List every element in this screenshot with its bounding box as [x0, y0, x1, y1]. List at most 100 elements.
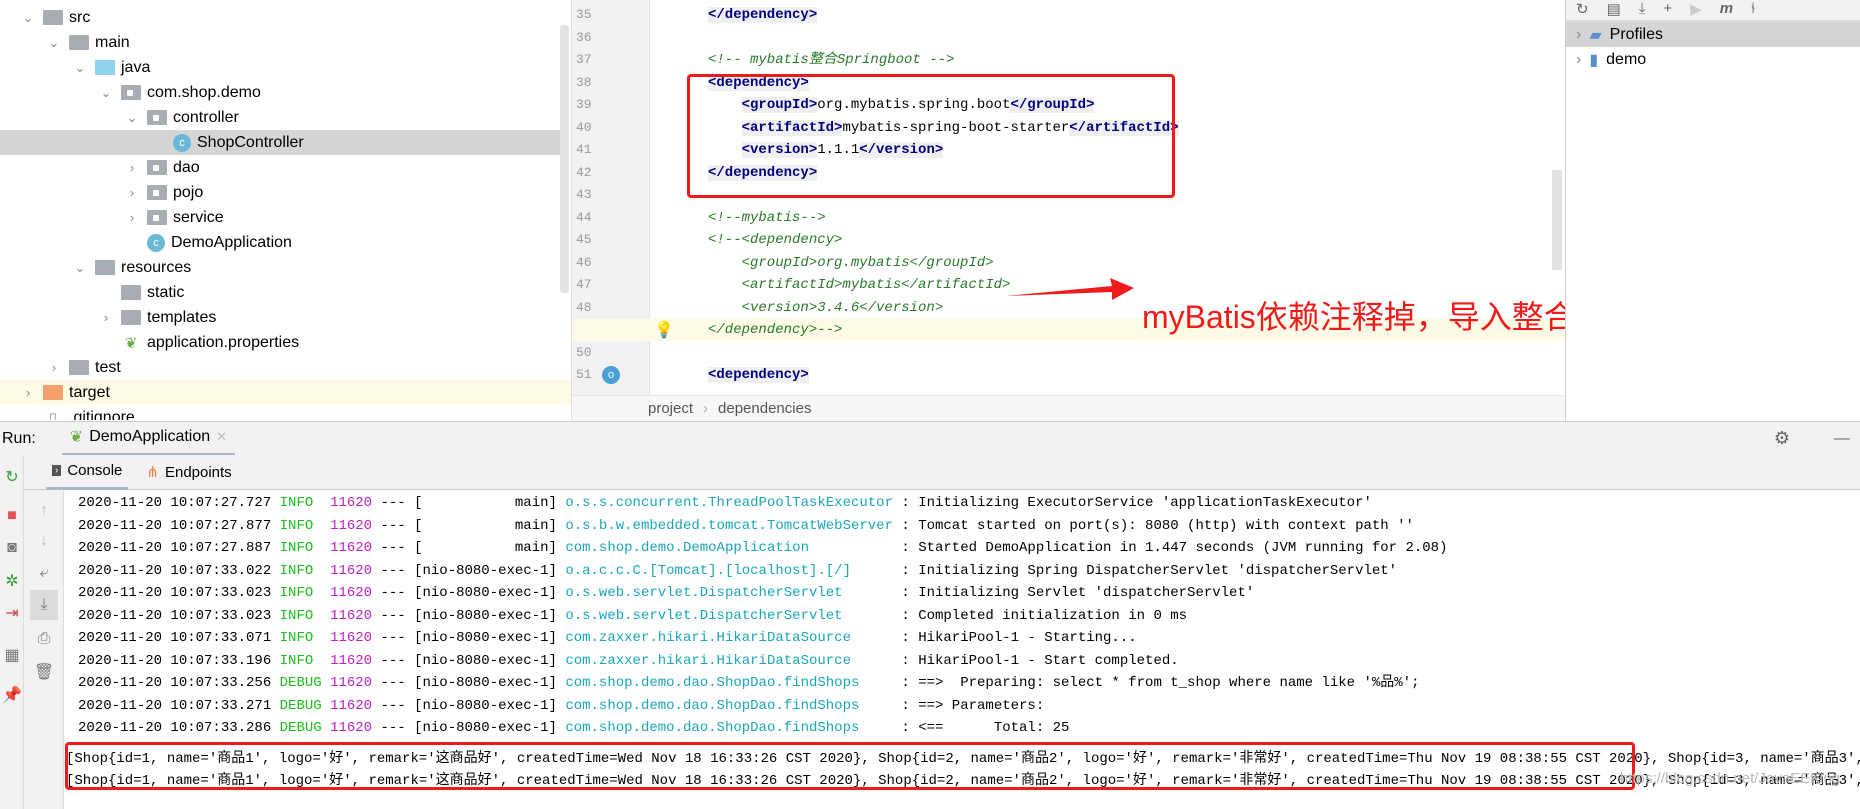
gear-icon[interactable]: ⚙: [1774, 428, 1790, 449]
chevron-down-icon[interactable]: ⌄: [47, 35, 61, 51]
lightbulb-icon[interactable]: 💡: [654, 320, 674, 340]
tree-item[interactable]: ⌄ main: [0, 30, 560, 55]
code-line[interactable]: <!--<dependency>: [650, 229, 1565, 251]
tree-item[interactable]: ⌄ resources: [0, 255, 560, 280]
chevron-right-icon[interactable]: ›: [99, 310, 113, 325]
chevron-right-icon[interactable]: ›: [47, 360, 61, 375]
chevron-down-icon[interactable]: ⌄: [125, 110, 139, 126]
breadcrumb-project[interactable]: project: [648, 400, 693, 417]
package-icon: [147, 160, 167, 175]
rerun-icon[interactable]: ↻: [0, 467, 24, 487]
code-line[interactable]: [650, 342, 1565, 364]
tab-console[interactable]: › Console: [46, 455, 129, 490]
spring-properties-icon: ❦: [124, 334, 138, 352]
xml-comment: <!--<dependency>: [708, 232, 843, 248]
tree-item-label: .gitignore: [69, 408, 135, 421]
code-line[interactable]: <!--mybatis-->: [650, 207, 1565, 229]
chevron-right-icon[interactable]: ›: [125, 160, 139, 175]
pin-icon[interactable]: 📌: [0, 685, 24, 705]
tree-item[interactable]: › service: [0, 205, 560, 230]
chevron-down-icon[interactable]: ⌄: [99, 85, 113, 101]
chevron-right-icon[interactable]: ›: [1576, 26, 1581, 44]
code-line[interactable]: <groupId>org.mybatis</groupId>: [650, 252, 1565, 274]
add-icon[interactable]: +: [1663, 0, 1672, 20]
maven-goal-icon[interactable]: m: [1720, 0, 1733, 20]
watermark: https://blog.csdn.net/JavaEEKing: [1620, 770, 1841, 787]
line-number: 51: [576, 367, 592, 382]
tree-item[interactable]: static: [0, 280, 560, 305]
highlight-box: [687, 74, 1175, 198]
download-icon[interactable]: ⤓: [1639, 0, 1646, 20]
log-level: INFO: [279, 585, 322, 601]
breadcrumb-dependencies[interactable]: dependencies: [718, 400, 811, 417]
tree-item[interactable]: › templates: [0, 305, 560, 330]
up-arrow-icon[interactable]: ↑: [32, 502, 56, 520]
chevron-right-icon[interactable]: ›: [21, 385, 35, 400]
annotation-text: myBatis依赖注释掉，导入整合包: [1142, 299, 1608, 335]
tree-item[interactable]: ❦ application.properties: [0, 330, 560, 355]
tree-scrollbar[interactable]: [560, 25, 569, 293]
log-pid: 11620: [330, 517, 373, 534]
tree-item-label: DemoApplication: [171, 233, 292, 251]
maven-item[interactable]: › ▮ demo: [1566, 47, 1860, 72]
package-icon: [147, 210, 167, 225]
exit-icon[interactable]: ⇥: [0, 603, 24, 623]
override-icon[interactable]: o: [602, 366, 620, 384]
tree-item-label: java: [121, 58, 151, 76]
log-timestamp: 2020-11-20 10:07:33.023: [78, 585, 272, 601]
tree-item[interactable]: ⌄ com.shop.demo: [0, 80, 560, 105]
log-message: HikariPool-1 - Starting...: [918, 630, 1137, 646]
log-timestamp: 2020-11-20 10:07:27.887: [78, 540, 272, 556]
scroll-to-end-icon[interactable]: ⤓: [30, 590, 58, 620]
chevron-right-icon[interactable]: ›: [125, 210, 139, 225]
chevron-down-icon[interactable]: ⌄: [73, 60, 87, 76]
log-thread: [ main]: [414, 495, 557, 511]
run-tab-demoapplication[interactable]: ❦ DemoApplication ✕: [61, 422, 236, 456]
down-arrow-icon[interactable]: ↓: [32, 532, 56, 550]
log-line: 2020-11-20 10:07:33.071 INFO 11620 --- […: [78, 630, 1137, 646]
chevron-right-icon[interactable]: ›: [1576, 51, 1581, 69]
tree-item[interactable]: › test: [0, 355, 560, 380]
tree-item[interactable]: ▯ .gitignore: [0, 405, 560, 421]
tree-item[interactable]: ⌄ controller: [0, 105, 560, 130]
close-icon[interactable]: ✕: [216, 429, 227, 445]
minimize-icon[interactable]: —: [1834, 430, 1850, 448]
soft-wrap-icon[interactable]: ⤶: [32, 564, 56, 582]
trash-icon[interactable]: 🗑: [32, 662, 56, 682]
file-icon: ▯: [48, 409, 58, 421]
chevron-down-icon[interactable]: ⌄: [21, 10, 35, 26]
skip-tests-icon[interactable]: ⫮: [1751, 0, 1755, 20]
log-line: 2020-11-20 10:07:33.271 DEBUG 11620 --- …: [78, 697, 1053, 714]
layout-icon[interactable]: ▦: [0, 645, 24, 665]
code-line[interactable]: </dependency>: [650, 4, 1565, 26]
editor-scrollbar[interactable]: [1552, 170, 1562, 270]
debug-icon[interactable]: ✲: [0, 571, 24, 591]
tree-item[interactable]: › target: [0, 380, 571, 405]
code-line[interactable]: <!-- mybatis整合Springboot -->: [650, 49, 1565, 71]
xml-comment: <artifactId>mybatis</artifactId>: [708, 277, 1011, 293]
log-level: INFO: [279, 540, 322, 556]
print-icon[interactable]: ⎙: [32, 630, 56, 648]
tree-item[interactable]: › dao: [0, 155, 560, 180]
tree-item[interactable]: c DemoApplication: [0, 230, 560, 255]
run-icon[interactable]: ▶: [1690, 0, 1702, 20]
maven-item[interactable]: › ▰ Profiles: [1566, 22, 1860, 47]
code-line[interactable]: [650, 27, 1565, 49]
log-pid: 11620: [330, 720, 373, 736]
stop-icon[interactable]: ■: [0, 507, 24, 525]
chevron-down-icon[interactable]: ⌄: [73, 260, 87, 276]
tree-item[interactable]: ⌄ java: [0, 55, 560, 80]
tab-endpoints[interactable]: ⋔ Endpoints: [146, 463, 231, 482]
tree-item[interactable]: c ShopController: [0, 130, 560, 155]
tree-item[interactable]: › pojo: [0, 180, 560, 205]
log-level: DEBUG: [279, 675, 322, 691]
tree-item[interactable]: ⌄ src: [0, 5, 560, 30]
code-line[interactable]: <dependency>: [650, 364, 1565, 386]
reload-icon[interactable]: ↻: [1576, 0, 1589, 20]
chevron-right-icon[interactable]: ›: [125, 185, 139, 200]
package-icon: [121, 85, 141, 100]
log-level: DEBUG: [279, 697, 322, 714]
camera-icon[interactable]: ◙: [0, 539, 24, 557]
generate-sources-icon[interactable]: ▤: [1607, 0, 1621, 20]
tab-console-label: Console: [67, 462, 123, 479]
